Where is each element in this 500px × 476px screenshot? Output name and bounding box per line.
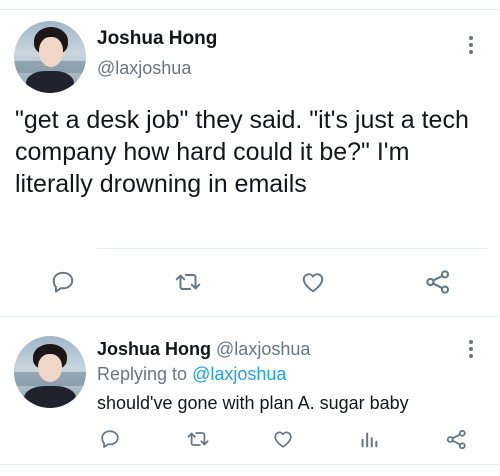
retweet-icon (175, 274, 201, 290)
replying-to-label: Replying to (97, 364, 188, 384)
tweet-text: "get a desk job" they said. "it's just a… (15, 106, 469, 198)
share-icon (446, 429, 466, 449)
like-button[interactable] (296, 266, 330, 298)
reply-icon (52, 271, 74, 293)
author-name[interactable]: Joshua Hong (97, 339, 211, 359)
like-icon (302, 273, 324, 293)
reply-header: Joshua Hong @laxjoshua (97, 339, 310, 360)
author-name[interactable]: Joshua Hong (97, 28, 217, 50)
share-icon (426, 270, 450, 294)
reply-text: should've gone with plan A. sugar baby (97, 393, 409, 413)
replying-to-link[interactable]: @laxjoshua (192, 364, 286, 384)
divider (97, 248, 487, 249)
top-divider (0, 9, 500, 10)
retweet-icon (187, 432, 209, 446)
share-button[interactable] (443, 426, 469, 452)
reply-icon (101, 430, 119, 448)
reply-button[interactable] (46, 266, 80, 298)
more-options-icon[interactable] (468, 340, 474, 361)
retweet-button[interactable] (184, 426, 212, 452)
share-button[interactable] (421, 266, 455, 298)
like-button[interactable] (270, 426, 296, 452)
divider (0, 464, 500, 465)
analytics-button[interactable] (356, 426, 382, 452)
retweet-button[interactable] (171, 266, 205, 298)
replying-to: Replying to @laxjoshua (97, 364, 286, 385)
like-icon (274, 431, 292, 448)
author-handle[interactable]: @laxjoshua (216, 339, 310, 359)
avatar[interactable] (14, 21, 86, 93)
more-options-icon[interactable] (468, 36, 474, 57)
analytics-icon (361, 432, 378, 448)
divider (0, 316, 500, 317)
author-handle[interactable]: @laxjoshua (97, 58, 191, 79)
avatar[interactable] (14, 336, 86, 408)
reply-button[interactable] (97, 426, 123, 452)
